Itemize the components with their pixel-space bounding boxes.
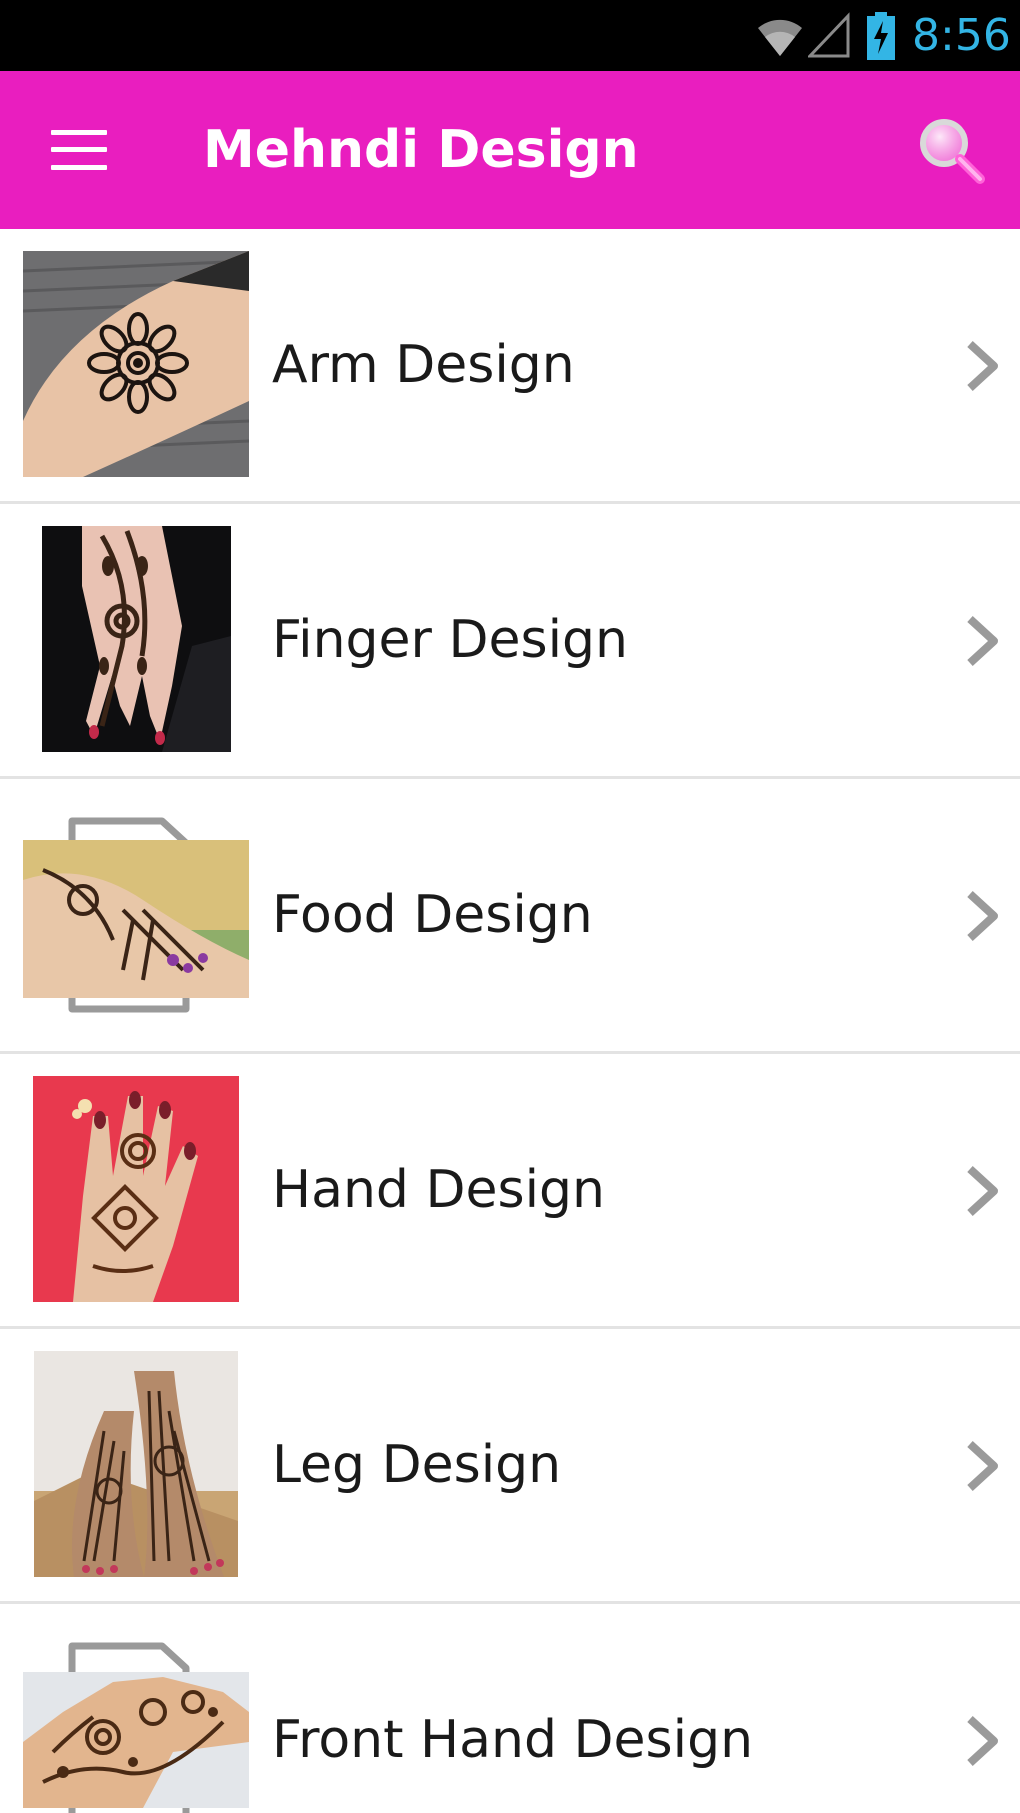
list-item-finger-design[interactable]: Finger Design	[0, 504, 1020, 779]
signal-icon	[808, 12, 850, 58]
chevron-right-icon	[967, 891, 998, 941]
list-item-leg-design[interactable]: Leg Design	[0, 1329, 1020, 1604]
arm-mehndi-photo	[23, 251, 249, 477]
chevron-right-icon	[967, 1166, 998, 1216]
chevron-right-icon	[967, 1716, 998, 1766]
list-item-front-hand-design[interactable]: Front Hand Design	[0, 1604, 1020, 1813]
list-item-label: Hand Design	[272, 1160, 605, 1220]
list-item-hand-design[interactable]: Hand Design	[0, 1054, 1020, 1329]
list-item-label: Arm Design	[272, 335, 575, 395]
list-item-label: Front Hand Design	[272, 1710, 754, 1770]
app-bar: Mehndi Design	[0, 71, 1020, 229]
menu-button[interactable]	[34, 107, 124, 193]
search-icon	[920, 119, 985, 184]
search-button[interactable]	[908, 107, 996, 195]
list-item-label: Food Design	[272, 885, 593, 945]
category-list: Arm Design Finger Design Food Design Han…	[0, 229, 1020, 1813]
chevron-right-icon	[967, 616, 998, 666]
list-item-arm-design[interactable]: Arm Design	[0, 229, 1020, 504]
hamburger-menu-icon	[51, 130, 107, 170]
chevron-right-icon	[967, 341, 998, 391]
hand-mehndi-photo	[33, 1076, 239, 1302]
list-item-label: Finger Design	[272, 610, 628, 670]
leg-mehndi-photo	[34, 1351, 238, 1577]
battery-charging-icon	[867, 12, 895, 60]
finger-mehndi-photo	[42, 526, 231, 752]
chevron-right-icon	[967, 1441, 998, 1491]
status-bar: 8:56	[0, 0, 1020, 71]
wifi-icon	[758, 19, 802, 56]
foot-mehndi-photo	[23, 840, 249, 998]
app-title: Mehndi Design	[203, 120, 639, 180]
status-clock: 8:56	[912, 10, 1011, 61]
list-item-label: Leg Design	[272, 1435, 562, 1495]
front-hand-mehndi-photo	[23, 1672, 249, 1808]
list-item-food-design[interactable]: Food Design	[0, 779, 1020, 1054]
